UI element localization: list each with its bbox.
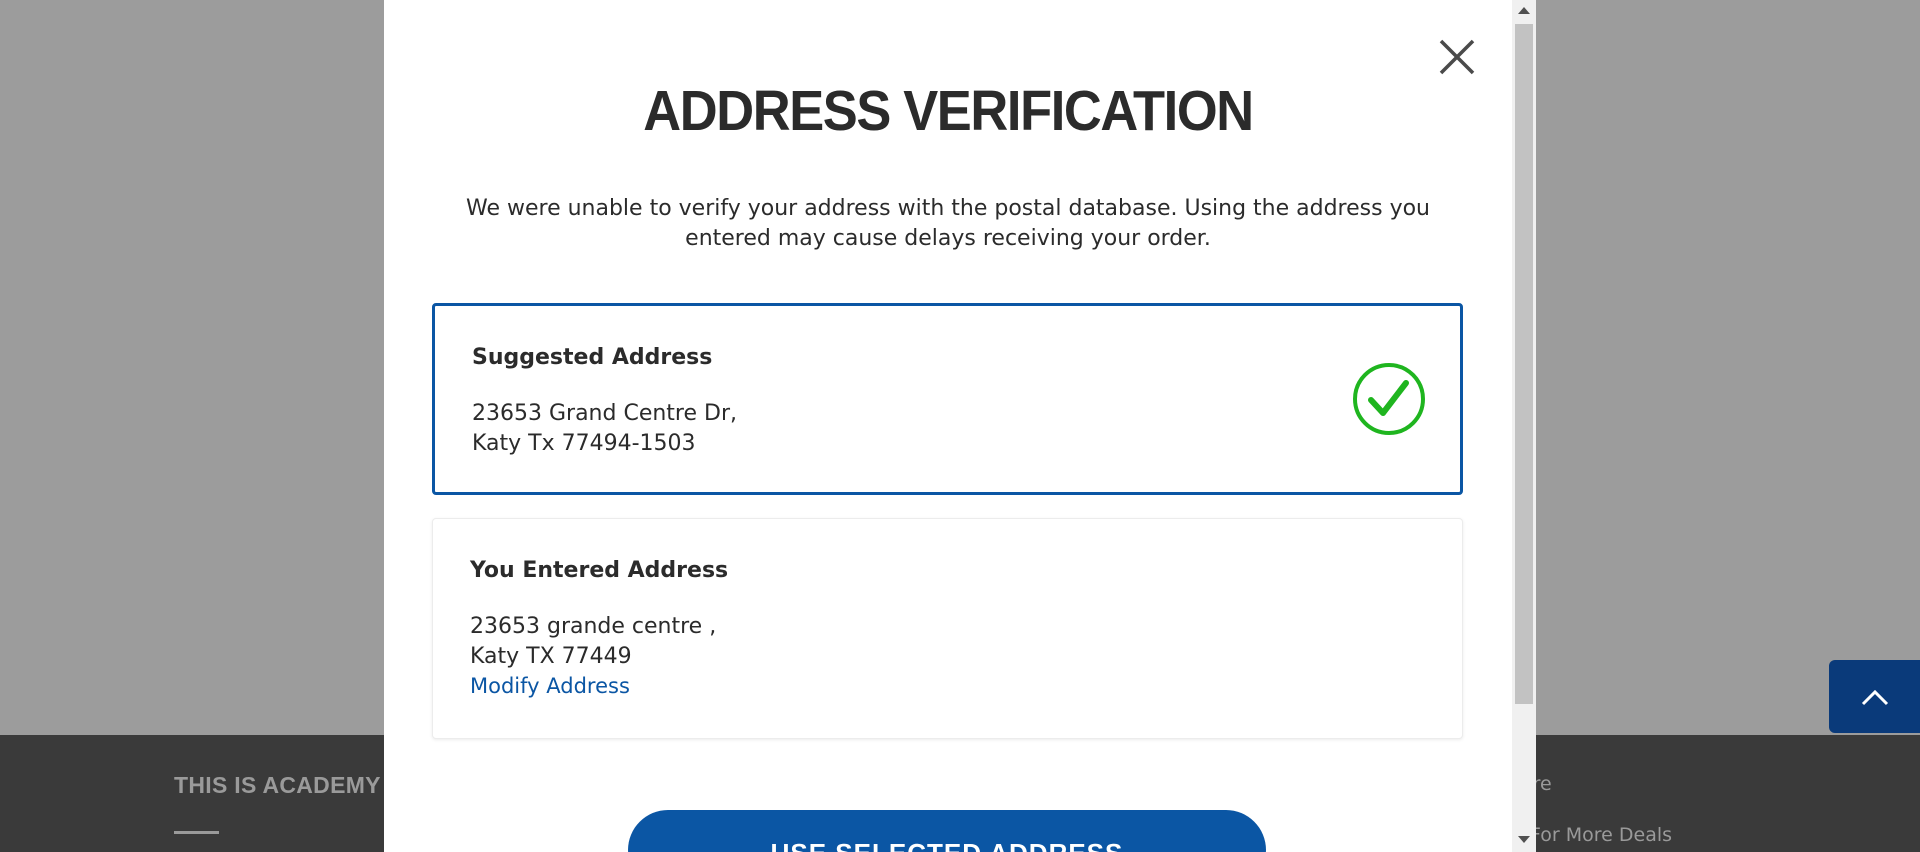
modal-title: ADDRESS VERIFICATION — [643, 79, 1254, 143]
use-selected-address-button[interactable]: USE SELECTED ADDRESS — [628, 810, 1266, 852]
suggested-address-title: Suggested Address — [472, 345, 713, 370]
modify-address-link[interactable]: Modify Address — [470, 674, 630, 698]
suggested-address-card[interactable]: Suggested Address 23653 Grand Centre Dr,… — [432, 303, 1463, 495]
entered-address-card[interactable]: You Entered Address 23653 grande centre … — [432, 518, 1463, 739]
check-circle-icon — [1353, 363, 1425, 435]
scroll-thumb[interactable] — [1515, 24, 1533, 704]
modal-scrollbar[interactable] — [1512, 0, 1536, 852]
footer-link-more-deals[interactable]: For More Deals — [1530, 824, 1672, 846]
footer-heading: THIS IS ACADEMY — [174, 772, 381, 798]
entered-address-title: You Entered Address — [470, 558, 729, 583]
entered-address-line2: Katy TX 77449 — [470, 644, 632, 669]
suggested-address-line1: 23653 Grand Centre Dr, — [472, 401, 737, 426]
footer-divider — [174, 831, 219, 834]
close-button[interactable] — [1436, 36, 1478, 78]
scroll-up-arrow-icon[interactable] — [1518, 7, 1530, 14]
close-icon — [1439, 39, 1475, 75]
entered-address-line1: 23653 grande centre , — [470, 614, 717, 639]
modal-description: We were unable to verify your address wi… — [465, 196, 1430, 251]
chevron-up-icon — [1861, 689, 1888, 705]
scroll-down-arrow-icon[interactable] — [1518, 836, 1530, 843]
back-to-top-button[interactable] — [1829, 660, 1920, 733]
suggested-address-line2: Katy Tx 77494-1503 — [472, 431, 696, 456]
